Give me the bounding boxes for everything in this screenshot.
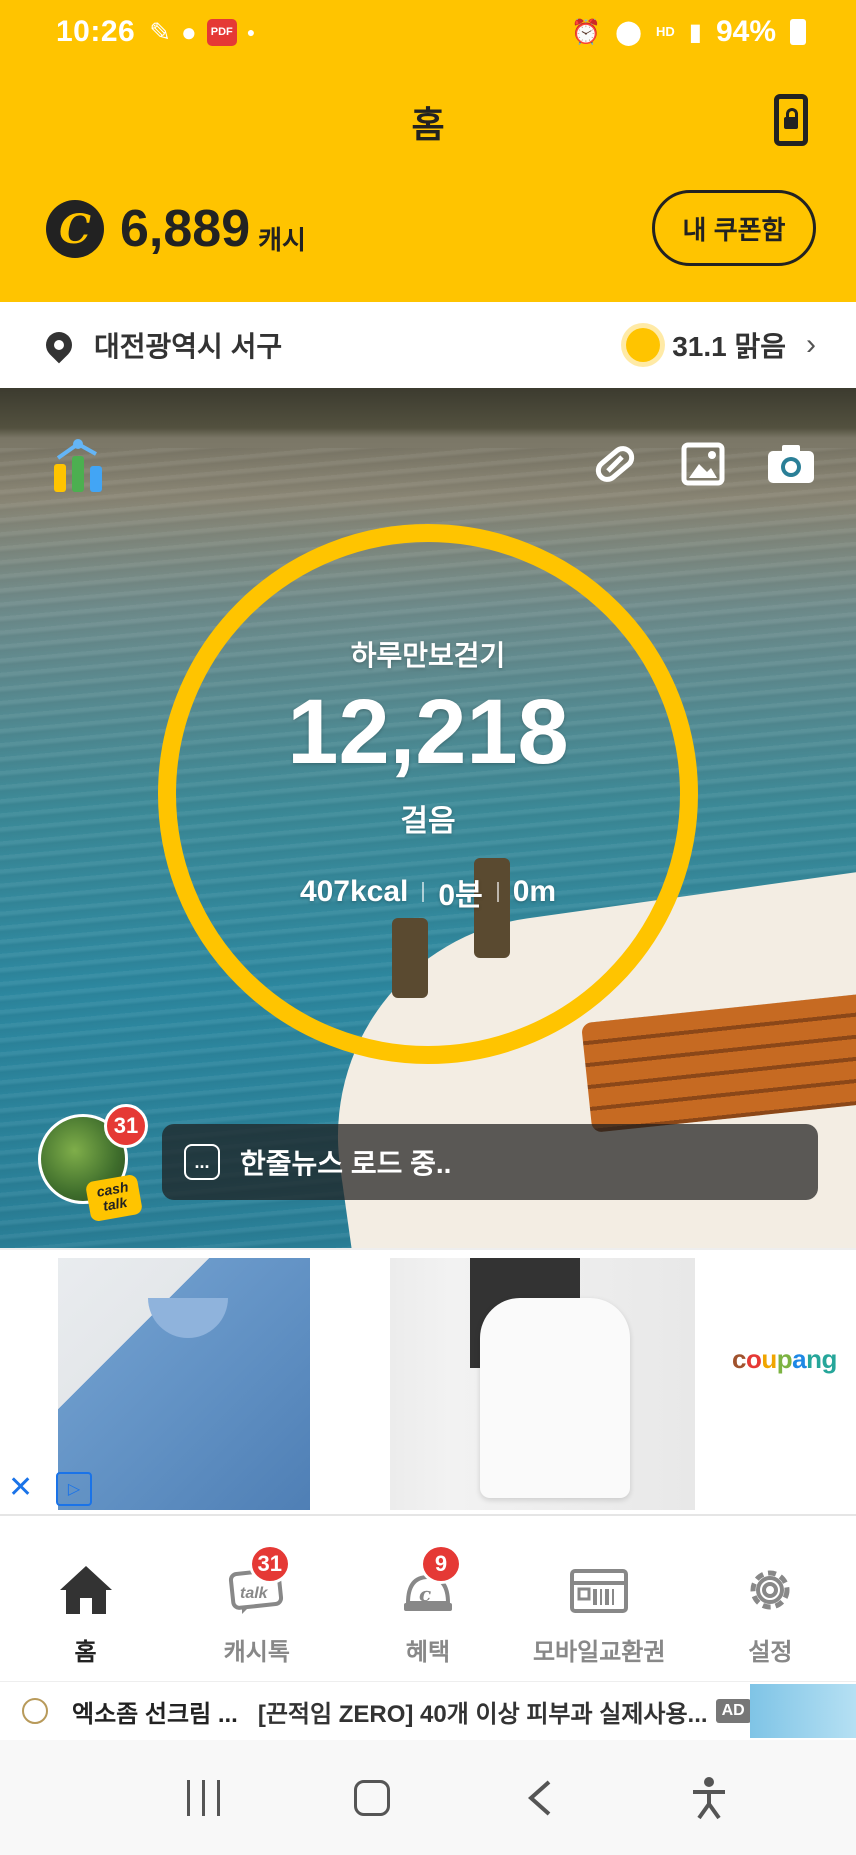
nav-badge: 31 bbox=[248, 1544, 291, 1584]
chat-notification-icon: ● bbox=[181, 16, 197, 47]
news-ticker[interactable]: ... 한줄뉴스 로드 중.. bbox=[162, 1124, 818, 1200]
status-time: 10:26 bbox=[56, 15, 136, 48]
calories-value: 407kcal bbox=[299, 875, 409, 908]
cash-unit: 캐시 bbox=[258, 224, 306, 255]
nav-item-mobile-voucher[interactable]: 모바일교환권 bbox=[514, 1516, 685, 1681]
more-notifications-dot-icon: ● bbox=[246, 24, 256, 40]
pill-icon[interactable] bbox=[590, 442, 640, 486]
nav-label: 모바일교환권 bbox=[532, 1639, 666, 1666]
step-metrics: 407kcal 0분 0m bbox=[300, 870, 556, 914]
bottom-navigation: 홈 talk 31 캐시톡 c 9 혜택 모바일교환권 설정 bbox=[0, 1516, 856, 1682]
app-header: 홈 C 6,889 캐시 내 쿠폰함 bbox=[0, 64, 856, 302]
lock-screen-button[interactable] bbox=[774, 94, 808, 146]
battery-icon bbox=[790, 19, 806, 45]
ad-banner[interactable]: coupang coupang ✕ ▷ bbox=[0, 1248, 856, 1516]
page-title: 홈 bbox=[411, 104, 445, 145]
svg-text:talk: talk bbox=[240, 1585, 269, 1602]
settings-icon bbox=[740, 1562, 800, 1618]
home-button[interactable] bbox=[354, 1779, 391, 1816]
weather-info[interactable]: 31.1 맑음 › bbox=[626, 325, 816, 365]
pdf-notification-icon: PDF bbox=[206, 18, 237, 46]
nav-label: 혜택 bbox=[405, 1639, 451, 1666]
step-unit: 걸음 bbox=[400, 805, 456, 838]
location-icon: ⬤ bbox=[615, 18, 642, 46]
step-counter-hero: 하루만보걷기 12,218 걸음 407kcal 0분 0m 31 cash t… bbox=[0, 388, 856, 1248]
system-navigation-bar bbox=[0, 1740, 856, 1855]
step-counter-title: 하루만보걷기 bbox=[350, 640, 506, 671]
nav-badge: 9 bbox=[420, 1544, 462, 1584]
nav-label: 홈 bbox=[74, 1639, 97, 1666]
status-system-icons: ⏰ ⬤ HD ▮ 94% bbox=[571, 15, 806, 49]
location-pin-icon bbox=[40, 326, 78, 364]
stats-chart-icon[interactable] bbox=[50, 436, 112, 494]
weather-text: 31.1 맑음 bbox=[672, 331, 786, 362]
gallery-icon[interactable] bbox=[678, 442, 728, 486]
alarm-icon: ⏰ bbox=[571, 18, 602, 46]
nav-item-cashtalk[interactable]: talk 31 캐시톡 bbox=[171, 1516, 342, 1681]
svg-text:c: c bbox=[419, 1582, 431, 1606]
notification-app-icon: ✎ bbox=[149, 16, 172, 47]
divider bbox=[496, 882, 499, 902]
divider bbox=[422, 882, 425, 902]
hero-toolbar bbox=[590, 442, 816, 486]
status-notification-icons: ✎ ● PDF ● bbox=[149, 17, 255, 48]
wifi-hd-icon: HD bbox=[655, 24, 675, 39]
voucher-icon bbox=[569, 1562, 629, 1618]
more-dots-icon: ... bbox=[184, 1144, 220, 1180]
ad-tag: AD bbox=[715, 1699, 751, 1723]
ad-brand-logo[interactable]: coupang coupang bbox=[732, 1344, 837, 1375]
cash-amount: 6,889 bbox=[120, 200, 251, 258]
nav-item-benefits[interactable]: c 9 혜택 bbox=[342, 1516, 513, 1681]
distance-value: 0m bbox=[512, 875, 557, 908]
sun-icon bbox=[626, 328, 661, 362]
news-ticker-text: 한줄뉴스 로드 중.. bbox=[240, 1148, 452, 1179]
ad-description: [끈적임 ZERO] 40개 이상 피부과 실제사용... bbox=[257, 1700, 708, 1728]
my-coupons-button[interactable]: 내 쿠폰함 bbox=[652, 190, 816, 266]
news-count-badge: 31 bbox=[104, 1104, 148, 1148]
status-bar: 10:26 ✎ ● PDF ● ⏰ ⬤ HD ▮ 94% bbox=[0, 0, 856, 64]
step-counter[interactable]: 하루만보걷기 12,218 걸음 407kcal 0분 0m bbox=[158, 524, 698, 1064]
ad-brand-logo-icon bbox=[22, 1698, 48, 1724]
step-count: 12,218 bbox=[287, 681, 569, 783]
bottom-ad-strip[interactable]: 엑소좀 선크림 ... [끈적임 ZERO] 40개 이상 피부과 실제사용..… bbox=[0, 1682, 856, 1740]
home-icon bbox=[56, 1562, 116, 1618]
minutes-value: 0분 bbox=[438, 879, 483, 912]
chevron-right-icon: › bbox=[806, 328, 816, 361]
lock-icon bbox=[784, 108, 798, 129]
camera-icon[interactable] bbox=[766, 442, 816, 486]
location-weather-bar[interactable]: 대전광역시 서구 31.1 맑음 › bbox=[0, 302, 856, 388]
ad-product-image-white-shirt[interactable] bbox=[390, 1258, 695, 1510]
ad-brand-name: 엑소좀 선크림 ... bbox=[72, 1700, 238, 1728]
accessibility-icon[interactable] bbox=[689, 1776, 729, 1820]
nav-label: 캐시톡 bbox=[223, 1639, 290, 1666]
ad-thumbnail[interactable] bbox=[750, 1684, 856, 1738]
home-button-icon bbox=[354, 1779, 391, 1816]
nav-item-settings[interactable]: 설정 bbox=[685, 1516, 856, 1681]
ad-image-detail bbox=[480, 1298, 630, 1498]
location-text: 대전광역시 서구 bbox=[94, 331, 283, 362]
ad-close-icon[interactable]: ✕ bbox=[8, 1470, 33, 1505]
cash-balance[interactable]: C 6,889 캐시 bbox=[46, 199, 306, 259]
nav-item-home[interactable]: 홈 bbox=[0, 1516, 171, 1681]
ad-product-image-denim-shirt[interactable] bbox=[58, 1258, 310, 1510]
recent-apps-button[interactable] bbox=[187, 1779, 221, 1816]
ad-image-detail bbox=[148, 1298, 228, 1338]
back-button[interactable] bbox=[525, 1778, 555, 1818]
battery-percentage: 94% bbox=[715, 15, 776, 48]
nav-label: 설정 bbox=[748, 1639, 793, 1666]
cash-coin-icon: C bbox=[46, 200, 104, 258]
ad-choices-icon[interactable]: ▷ bbox=[56, 1472, 92, 1506]
signal-icon: ▮ bbox=[688, 18, 702, 46]
